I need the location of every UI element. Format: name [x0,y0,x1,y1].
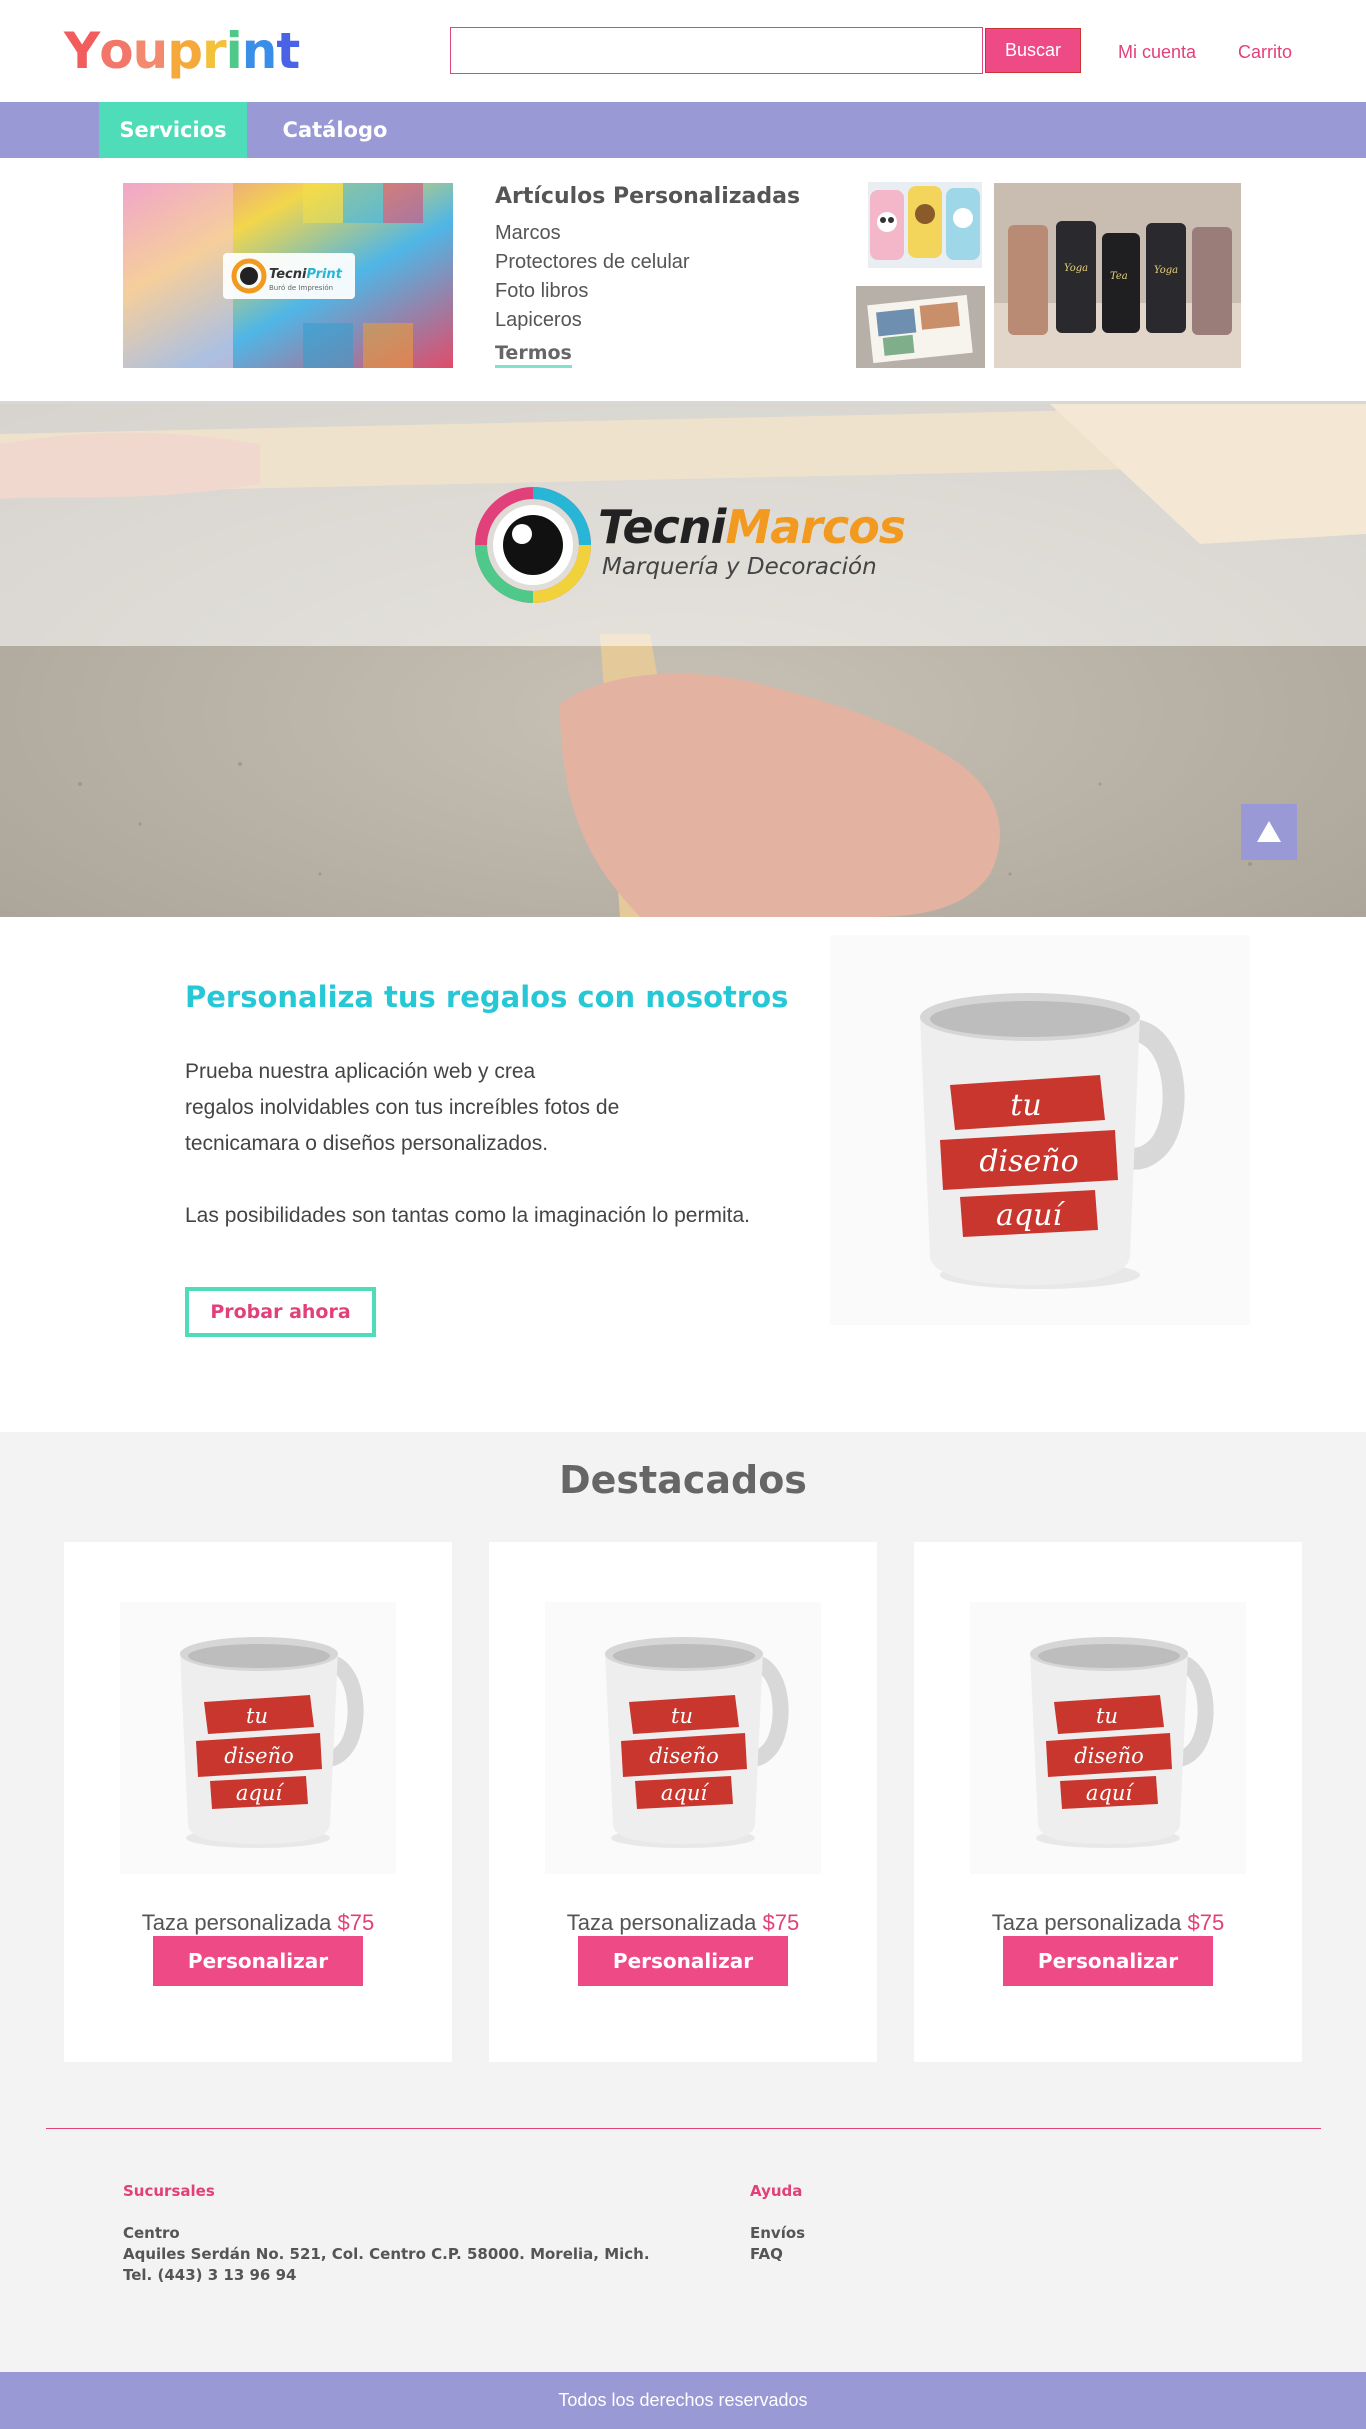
svg-text:diseño: diseño [1074,1744,1144,1768]
product-price: $75 [337,1910,375,1935]
logo-letter: p [167,22,203,80]
footer-help-heading: Ayuda [750,2182,803,2200]
thermos-cups-image[interactable]: Yoga Tea Yoga [994,183,1241,368]
product-card: tu diseño aquí Taza personalizada $75 Pe… [489,1542,877,2062]
hero-banner: TecniMarcos Marquería y Decoración [0,404,1366,917]
svg-text:tu: tu [246,1704,268,1728]
hero-brand-subtitle: Marquería y Decoración [602,554,877,580]
logo-letter: n [241,22,278,80]
logo-letter: Y [64,22,100,80]
hero-brand-name: TecniMarcos [598,500,906,554]
svg-text:Tea: Tea [1110,271,1128,282]
promo-title: Personaliza tus regalos con nosotros [185,980,789,1014]
tecniprint-banner-image[interactable]: TecniPrint Buró de Impresión [123,183,453,368]
my-account-link[interactable]: Mi cuenta [1118,42,1196,63]
svg-text:Yoga: Yoga [1064,263,1088,274]
product-caption: Taza personalizada $75 [566,1910,800,1935]
svg-text:aquí: aquí [661,1781,709,1805]
dropdown-link-termos[interactable]: Termos [495,342,572,368]
promo-paragraph: Prueba nuestra aplicación web y crea reg… [185,1060,620,1155]
product-price: $75 [1187,1910,1225,1935]
featured-title: Destacados [559,1458,807,1502]
phone-cases-image[interactable] [868,182,982,268]
custom-mug-image: tu diseño aquí [830,935,1250,1325]
site-logo[interactable]: Youprint [64,22,300,80]
footer-branches-heading: Sucursales [123,2182,215,2200]
search-button[interactable]: Buscar [985,28,1081,73]
product-mug-image[interactable]: tu diseño aquí [545,1602,821,1874]
customize-button[interactable]: Personalizar [578,1936,788,1986]
logo-letter: u [132,22,169,80]
scroll-to-top-button[interactable] [1241,804,1297,860]
product-card: tu diseño aquí Taza personalizada $75 Pe… [914,1542,1302,2062]
branch-phone: Tel. (443) 3 13 96 94 [123,2266,297,2284]
product-mug-image[interactable]: tu diseño aquí [970,1602,1246,1874]
try-now-button[interactable]: Probar ahora [185,1287,376,1337]
product-price: $75 [762,1910,800,1935]
photobook-image[interactable] [856,286,985,368]
tecnimarcos-logo-icon [475,487,591,603]
svg-text:aquí: aquí [996,1198,1065,1233]
site-header: Youprint Buscar Mi cuenta Carrito [0,0,1366,102]
svg-text:diseño: diseño [224,1744,294,1768]
cart-link[interactable]: Carrito [1238,42,1292,63]
footer-divider [46,2128,1321,2129]
product-mug-image[interactable]: tu diseño aquí [120,1602,396,1874]
dropdown-title: Artículos Personalizadas [495,184,801,209]
footer-link-faq[interactable]: FAQ [750,2245,783,2263]
dropdown-link-protectores[interactable]: Protectores de celular [495,251,690,274]
search-input[interactable] [450,27,983,74]
product-card: tu diseño aquí Taza personalizada $75 Pe… [64,1542,452,2062]
svg-text:tu: tu [1010,1088,1041,1123]
logo-letter: o [99,22,133,80]
main-nav: Servicios Catálogo [0,102,1366,158]
arrow-up-icon [1257,821,1281,842]
svg-text:tu: tu [1096,1704,1118,1728]
copyright-text: Todos los derechos reservados [558,2390,808,2410]
dropdown-link-marcos[interactable]: Marcos [495,222,561,245]
copyright-bar: Todos los derechos reservados [0,2372,1366,2429]
branch-name: Centro [123,2224,180,2242]
svg-text:diseño: diseño [649,1744,719,1768]
promo-paragraph-2: Las posibilidades son tantas como la ima… [185,1204,750,1227]
svg-text:Buró de Impresión: Buró de Impresión [269,284,333,292]
svg-text:diseño: diseño [979,1144,1078,1179]
svg-text:aquí: aquí [236,1781,284,1805]
logo-letter: r [201,22,227,80]
svg-text:tu: tu [671,1704,693,1728]
dropdown-link-lapiceros[interactable]: Lapiceros [495,309,582,332]
product-caption: Taza personalizada $75 [991,1910,1225,1935]
svg-text:Yoga: Yoga [1154,265,1178,276]
logo-letter: t [276,22,300,80]
logo-letter: i [225,22,243,80]
dropdown-link-foto-libros[interactable]: Foto libros [495,280,588,303]
product-caption: Taza personalizada $75 [141,1910,375,1935]
nav-item-catalogo[interactable]: Catálogo [262,102,408,158]
nav-item-servicios[interactable]: Servicios [99,102,247,158]
footer-link-envios[interactable]: Envíos [750,2224,805,2242]
customize-button[interactable]: Personalizar [153,1936,363,1986]
svg-text:aquí: aquí [1086,1781,1134,1805]
branch-address: Aquiles Serdán No. 521, Col. Centro C.P.… [123,2245,650,2263]
customize-button[interactable]: Personalizar [1003,1936,1213,1986]
tecniprint-logo-text: TecniPrint [269,267,343,282]
